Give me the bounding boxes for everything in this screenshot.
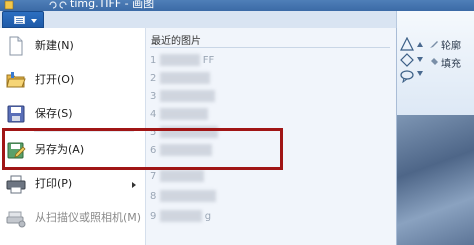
recent-item[interactable]: 2 (150, 70, 210, 88)
blurred-filename (159, 190, 216, 202)
submenu-arrow-icon (132, 182, 136, 188)
menu-item-print[interactable]: 打印(P) (0, 167, 145, 201)
menu-item-new[interactable]: 新建(N) (0, 29, 145, 63)
recent-item[interactable]: 9 g (150, 208, 211, 226)
menu-item-open[interactable]: 打开(O) (0, 63, 145, 97)
scanner-icon (6, 211, 26, 228)
recent-item[interactable]: 3 (150, 88, 215, 106)
outline-pen-icon (430, 41, 438, 48)
blurred-filename (159, 90, 215, 102)
canvas-image (396, 115, 474, 245)
save-disk-icon (7, 105, 25, 123)
menu-item-save[interactable]: 保存(S) (0, 97, 145, 131)
recent-item[interactable]: 4 (150, 106, 208, 124)
recent-header-divider (150, 47, 390, 48)
triangle-shape-icon[interactable] (400, 37, 414, 51)
ribbon-shapes-group: 轮廓 填充 (396, 11, 474, 115)
save-as-highlight-box (2, 128, 283, 170)
fill-bucket-icon (431, 58, 438, 65)
recent-item[interactable]: 1 FF (150, 52, 214, 70)
shapes-scroll-icon[interactable] (416, 39, 424, 79)
blurred-filename (159, 170, 204, 182)
fill-button[interactable]: 填充 (441, 55, 461, 70)
diamond-shape-icon[interactable] (400, 53, 414, 67)
menu-document-icon (14, 16, 25, 24)
blurred-filename (159, 54, 200, 66)
chevron-down-icon (31, 19, 37, 23)
menu-item-label: 保存(S) (35, 107, 73, 120)
menu-item-scanner[interactable]: 从扫描仪或照相机(M) (0, 201, 145, 235)
window-title: timg.TIFF - 画图 (70, 0, 155, 10)
paint-app-icon (4, 0, 14, 10)
printer-icon (6, 175, 26, 194)
blurred-filename (159, 210, 202, 222)
outline-button[interactable]: 轮廓 (441, 37, 461, 52)
menu-item-label: 新建(N) (35, 39, 74, 52)
recent-item[interactable]: 8 (150, 188, 216, 206)
menu-item-label: 从扫描仪或照相机(M) (35, 211, 142, 224)
blurred-filename (159, 108, 208, 120)
application-menu-button[interactable] (2, 11, 44, 28)
menu-item-label: 打开(O) (35, 73, 75, 86)
blurred-filename (159, 72, 210, 84)
undo-icon[interactable] (48, 0, 58, 10)
recent-pictures-header: 最近的图片 (151, 36, 201, 47)
menu-item-label: 打印(P) (35, 177, 73, 190)
callout-shape-icon[interactable] (400, 69, 414, 83)
open-folder-icon (6, 72, 26, 88)
new-document-icon (9, 36, 23, 56)
recent-item[interactable]: 7 (150, 168, 204, 186)
redo-icon[interactable] (58, 0, 68, 10)
title-bar: timg.TIFF - 画图 (0, 0, 474, 11)
